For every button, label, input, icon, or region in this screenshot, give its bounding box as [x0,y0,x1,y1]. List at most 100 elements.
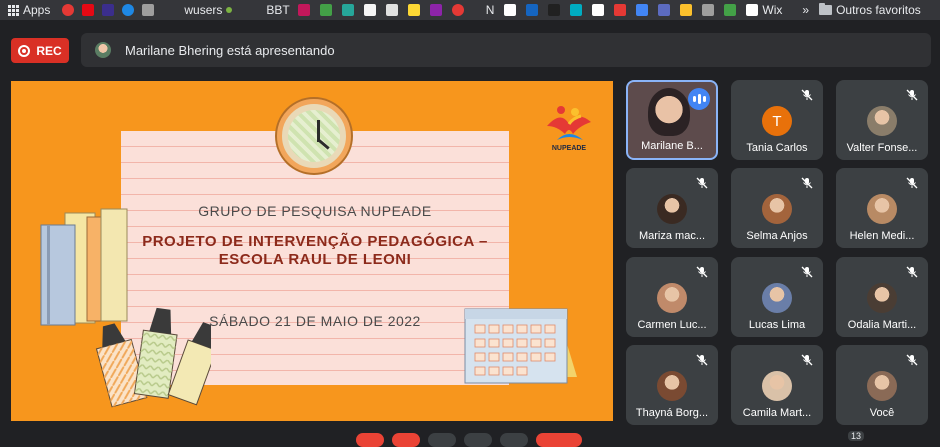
mic-off-icon [906,176,918,189]
participant-name: Lucas Lima [748,319,806,331]
bookmark-label: BBT [266,3,290,17]
bookmark-n[interactable]: N [486,3,495,17]
bookmark-icon[interactable] [526,4,539,16]
bookmark-label: wusers [184,3,223,17]
participant-tile[interactable]: Você [836,345,928,425]
participant-avatar [867,194,897,224]
bookmark-wusers[interactable]: wusers [184,3,233,17]
participant-tile[interactable]: Camila Mart... [731,345,823,425]
participant-tile[interactable]: Thayná Borg... [626,345,718,425]
participant-video [648,88,690,136]
presenting-text: Marilane Bhering está apresentando [125,42,335,58]
presenter-avatar [95,42,111,58]
bookmark-icon[interactable] [658,4,671,16]
red-bookmark-icon[interactable] [62,4,75,16]
participant-tile[interactable]: T Tania Carlos [731,80,823,160]
participant-tile[interactable]: Helen Medi... [836,168,928,248]
present-button[interactable] [500,433,528,447]
subtitle-line-2: ESCOLA RAUL DE LEONI [218,251,412,268]
bookmark-icon[interactable] [724,4,737,16]
apps-shortcut[interactable]: Apps [8,3,50,17]
participant-name: Helen Medi... [849,230,915,242]
bookmark-icon[interactable] [341,4,354,16]
bookmark-icon[interactable] [680,4,693,16]
bookmark-icon[interactable] [363,4,376,16]
participant-name: Marilane B... [641,140,703,152]
bookmark-icon[interactable] [102,4,115,16]
bookmark-icon[interactable] [702,4,715,16]
participant-tile[interactable]: Marilane B... [626,80,718,160]
bookmark-icon[interactable] [614,4,627,16]
bookmark-icon[interactable] [548,4,561,16]
speaking-indicator-icon [688,88,710,110]
mic-off-icon [801,88,813,101]
record-icon [18,44,31,57]
participant-avatar [762,371,792,401]
apps-label: Apps [23,3,51,17]
highlighters-illustration [95,307,211,408]
bookmark-label: N [485,3,495,17]
participant-tile[interactable]: Mariza mac... [626,168,718,248]
bookmark-wix[interactable]: Wix [746,3,782,17]
participant-name: Camila Mart... [742,407,812,419]
slide-title: GRUPO DE PESQUISA NUPEADE [198,203,432,219]
captions-button[interactable] [428,433,456,447]
usp-icon[interactable] [407,4,420,16]
participant-avatar [762,283,792,313]
participant-avatar [867,283,897,313]
participant-name: Thayná Borg... [635,407,709,419]
mic-off-icon [801,176,813,189]
participant-avatar [867,106,897,136]
mic-off-icon [696,176,708,189]
mic-toggle-button[interactable] [356,433,384,447]
bookmark-icon[interactable] [570,4,583,16]
participant-avatar [657,194,687,224]
participant-tile[interactable]: Selma Anjos [731,168,823,248]
presenting-bar[interactable]: Marilane Bhering está apresentando [81,33,931,67]
other-bookmarks-folder[interactable]: Outros favoritos [819,3,921,17]
recording-button[interactable]: REC [11,38,69,63]
participant-name: Selma Anjos [746,230,808,242]
calendar-illustration [464,308,577,384]
participant-name: Mariza mac... [638,230,705,242]
google-icon[interactable] [636,4,649,16]
dot-icon [226,7,233,13]
folder-icon [819,3,833,15]
leave-call-button[interactable] [536,433,582,447]
bookmark-bbt[interactable]: BBT [266,3,289,17]
subtitle-line-1: PROJETO DE INTERVENÇÃO PEDAGÓGICA – [142,233,488,250]
bookmark-icon[interactable] [385,4,398,16]
folder-label: Outros favoritos [836,3,921,17]
participant-avatar [867,371,897,401]
bookmark-icon[interactable] [592,4,605,16]
rec-label: REC [36,43,62,58]
clock-illustration [277,99,351,173]
participant-avatar [762,194,792,224]
netflix-icon[interactable] [82,4,95,16]
participant-name: Odalia Marti... [847,319,917,331]
presentation-stage: NUPEADE GRUPO DE PESQUISA NUPEADE PROJET… [11,81,613,421]
participant-name: Você [869,407,895,419]
raise-hand-button[interactable] [464,433,492,447]
camera-toggle-button[interactable] [392,433,420,447]
participant-tile[interactable]: Valter Fonse... [836,80,928,160]
participant-tile[interactable]: Lucas Lima [731,257,823,337]
bookmark-icon[interactable] [142,4,155,16]
logo-text: NUPEADE [551,145,587,152]
participant-tile[interactable]: Carmen Luc... [626,257,718,337]
bookmark-icon[interactable] [451,4,464,16]
wix-icon[interactable] [504,4,517,16]
mic-off-icon [801,353,813,366]
apps-grid-icon [8,4,19,16]
play-icon[interactable] [122,4,135,16]
bookmarks-bar: Apps wusers BBT N Wix » Outros favoritos [0,0,940,20]
stack-icon[interactable] [297,4,310,16]
arrow-icon[interactable] [319,4,332,16]
slide-subtitle: PROJETO DE INTERVENÇÃO PEDAGÓGICA – ESCO… [141,233,489,269]
participant-tile[interactable]: Odalia Marti... [836,257,928,337]
mic-off-icon [696,265,708,278]
participant-avatar [657,371,687,401]
more-bookmarks-button[interactable]: » [802,3,809,17]
bookmark-icon[interactable] [429,4,442,16]
participant-avatar: T [762,106,792,136]
